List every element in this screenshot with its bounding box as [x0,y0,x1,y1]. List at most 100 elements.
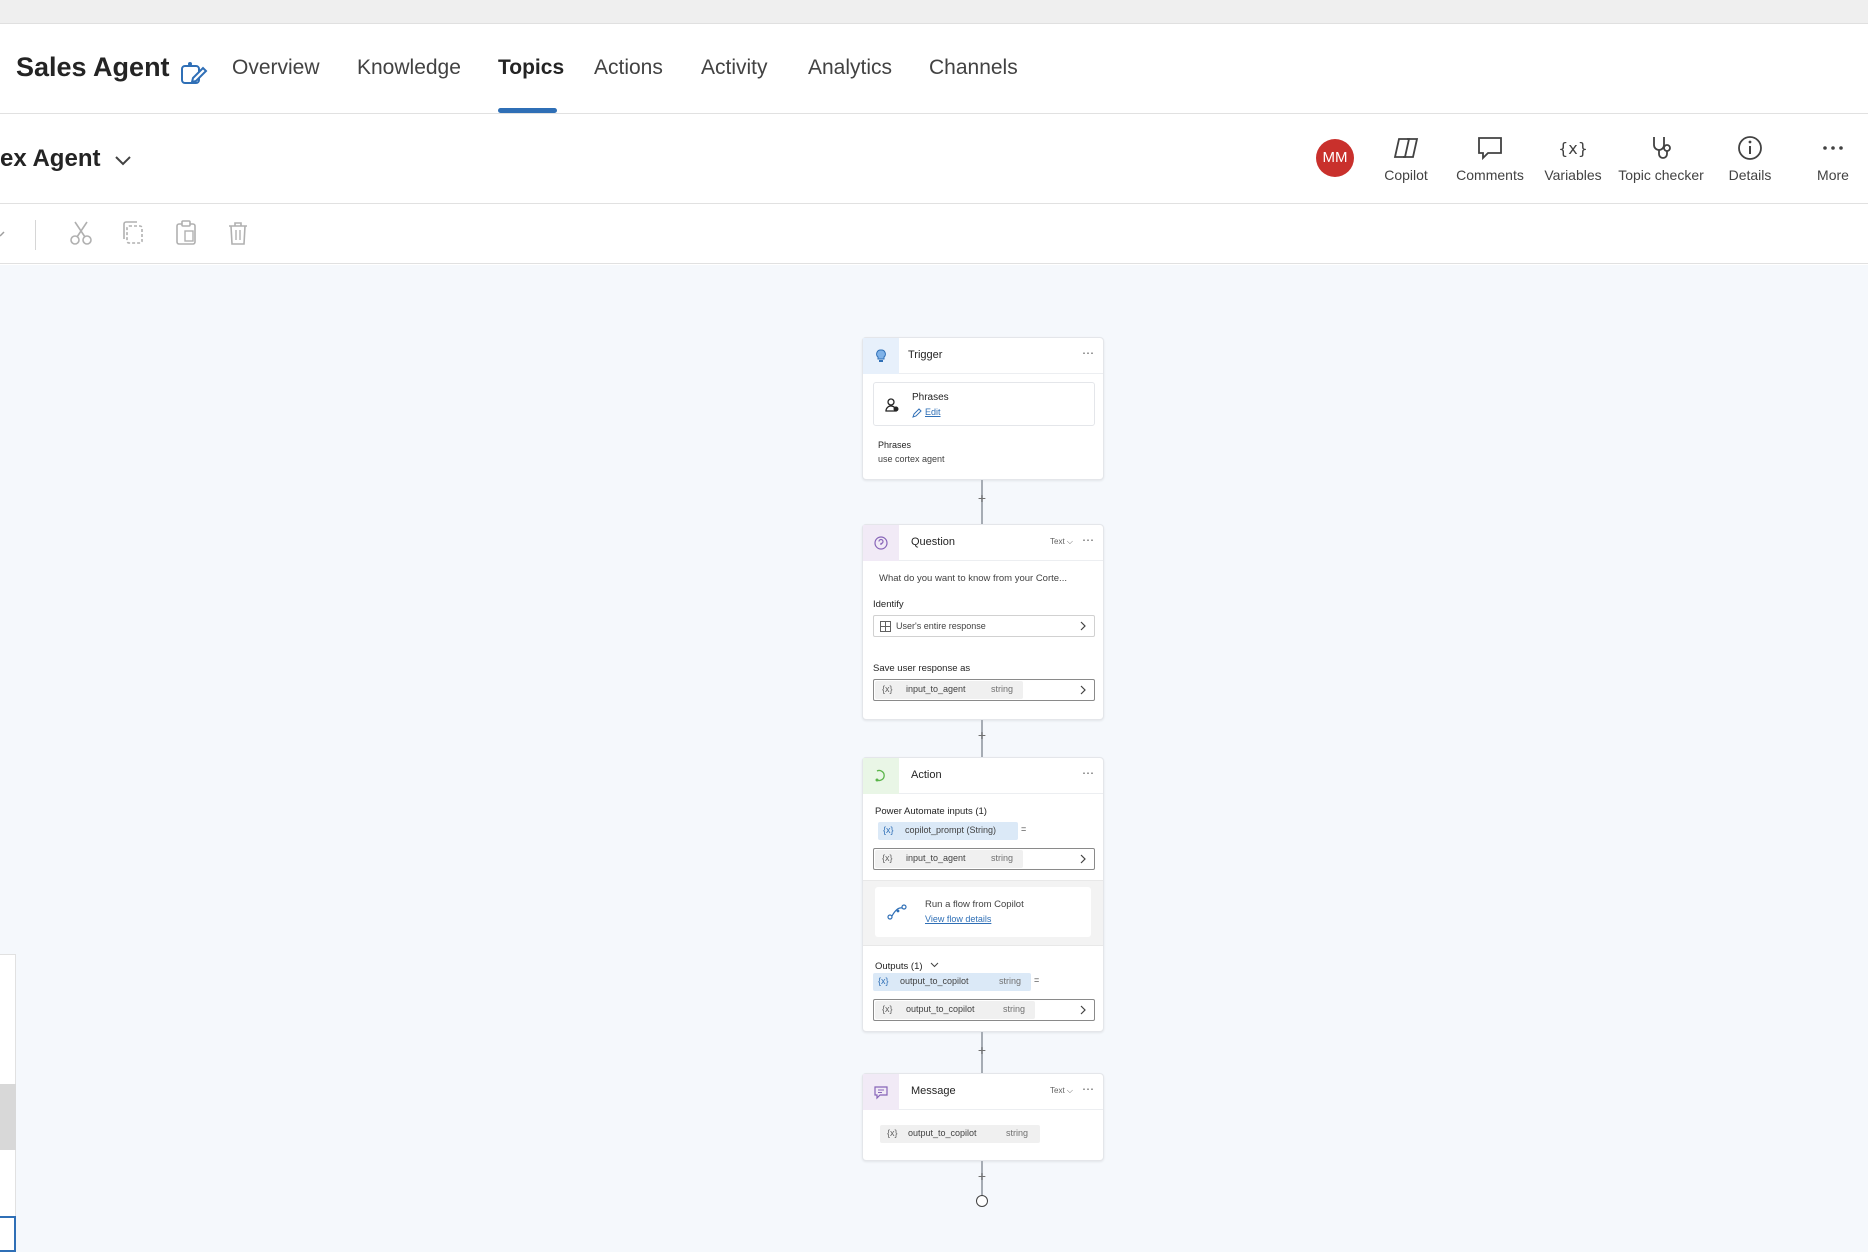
view-flow-details-link[interactable]: View flow details [925,914,991,924]
chat-bubble-icon [874,1086,888,1100]
phrases-label: Phrases [878,440,912,450]
variables-label: Variables [1544,167,1602,183]
phrases-value: use cortex agent [878,454,945,464]
phrases-card[interactable]: Phrases Edit [873,382,1095,426]
topic-header: ex Agent MM Copilot Comments {x} Variabl… [0,115,1868,204]
flow-title: Run a flow from Copilot [925,899,1024,910]
copilot-button[interactable]: Copilot [1380,133,1432,183]
paste-icon[interactable] [171,218,201,248]
active-tab-indicator [498,108,557,113]
inputs-label: Power Automate inputs (1) [875,806,987,817]
variable-chip: {x} output_to_copilot string [875,1001,1035,1019]
tab-topics[interactable]: Topics [498,56,564,80]
comments-label: Comments [1456,167,1524,183]
side-panel-scroll-thumb[interactable] [0,1084,16,1150]
outputs-toggle[interactable]: Outputs (1) [875,956,939,974]
lightbulb-icon [876,349,886,362]
chevron-right-icon [1080,685,1086,695]
side-panel-selected-edge [0,1216,16,1252]
save-var-name: input_to_agent [906,684,966,694]
authoring-canvas[interactable]: Trigger ⋯ Phrases Edit Phrases use corte… [0,265,1868,1252]
stethoscope-icon [1653,137,1671,159]
more-button[interactable]: More [1808,133,1858,183]
variables-button[interactable]: {x} Variables [1541,133,1605,183]
copilot-icon [1393,138,1419,158]
add-node-icon[interactable]: + [974,1168,990,1184]
info-icon [1738,136,1762,160]
tab-analytics[interactable]: Analytics [808,56,892,80]
question-node-header: Question Text ⌵ ⋯ [863,525,1103,561]
tab-overview[interactable]: Overview [232,56,320,80]
variables-icon: {x} [1558,139,1588,158]
copy-icon[interactable] [119,218,149,248]
flow-card[interactable]: Run a flow from Copilot View flow detail… [875,887,1091,937]
output-param-type: string [999,976,1022,986]
more-options-icon[interactable]: ⋯ [1082,766,1095,780]
top-nav: Sales Agent Overview Knowledge Topics Ac… [0,24,1868,114]
more-icon [1823,146,1843,150]
action-node[interactable]: Action ⋯ Power Automate inputs (1) {x} c… [862,757,1104,1032]
delete-icon[interactable] [223,218,253,248]
avatar[interactable]: MM [1316,139,1354,177]
input-value-field[interactable]: {x} input_to_agent string [873,848,1095,870]
output-var-type: string [1003,1004,1026,1014]
add-node-icon[interactable]: + [974,1042,990,1058]
topic-title[interactable]: ex Agent [0,145,100,173]
end-node-icon [976,1195,988,1207]
chevron-right-icon [1080,621,1086,631]
message-node[interactable]: Message Text ⌵ ⋯ {x} output_to_copilot s… [862,1073,1104,1161]
add-node-icon[interactable]: + [974,490,990,506]
tab-actions[interactable]: Actions [594,56,663,80]
topic-checker-button[interactable]: Topic checker [1615,133,1707,183]
outputs-label: Outputs (1) [875,961,923,972]
equals-sign: = [1034,975,1040,985]
more-options-icon[interactable]: ⋯ [1082,346,1095,360]
details-button[interactable]: Details [1723,133,1777,183]
input-param-chip: {x} copilot_prompt (String) [878,822,1018,840]
add-node-icon[interactable]: + [974,727,990,743]
cut-icon[interactable] [66,218,96,248]
more-options-icon[interactable]: ⋯ [1082,1082,1095,1096]
save-var-type: string [991,684,1014,694]
entity-icon [880,621,891,632]
identify-field[interactable]: User's entire response [873,615,1095,637]
question-node[interactable]: Question Text ⌵ ⋯ What do you want to kn… [862,524,1104,720]
question-prompt[interactable]: What do you want to know from your Corte… [879,573,1067,584]
output-param-name: output_to_copilot [900,976,969,986]
flow-section: Run a flow from Copilot View flow detail… [863,880,1103,946]
tab-knowledge[interactable]: Knowledge [357,56,461,80]
variable-icon: {x} [883,825,894,835]
chevron-down-icon[interactable] [112,149,134,171]
comments-button[interactable]: Comments [1452,133,1528,183]
comment-icon [1478,137,1502,161]
trigger-node[interactable]: Trigger ⋯ Phrases Edit Phrases use corte… [862,337,1104,480]
output-var-name: output_to_copilot [906,1004,975,1014]
chevron-right-icon [1080,1005,1086,1015]
browser-top-strip [0,0,1868,24]
chevron-partial-icon [0,231,5,237]
input-param-name: copilot_prompt (String) [905,825,997,835]
tab-channels[interactable]: Channels [929,56,1018,80]
variable-icon: {x} [882,684,893,694]
question-title: Question [911,536,956,548]
edit-phrases-link[interactable]: Edit [925,407,941,417]
chevron-right-icon [1080,854,1086,864]
flow-connector-icon [887,904,907,920]
tab-activity[interactable]: Activity [701,56,768,80]
message-var-name: output_to_copilot [908,1128,977,1138]
output-value-field[interactable]: {x} output_to_copilot string [873,999,1095,1021]
message-variable-chip[interactable]: {x} output_to_copilot string [880,1125,1040,1143]
save-response-field[interactable]: {x} input_to_agent string [873,679,1095,701]
message-var-type: string [1006,1128,1029,1138]
question-type[interactable]: Text ⌵ [1050,537,1073,547]
question-icon [874,536,888,550]
edit-agent-icon[interactable] [178,58,208,88]
message-type-label: Text [1050,1086,1065,1095]
question-badge [863,525,899,561]
identify-label: Identify [873,599,904,610]
message-type[interactable]: Text ⌵ [1050,1086,1073,1096]
identify-value: User's entire response [896,621,986,631]
more-options-icon[interactable]: ⋯ [1082,533,1095,547]
variable-chip: {x} input_to_agent string [875,850,1023,868]
save-response-label: Save user response as [873,663,971,674]
